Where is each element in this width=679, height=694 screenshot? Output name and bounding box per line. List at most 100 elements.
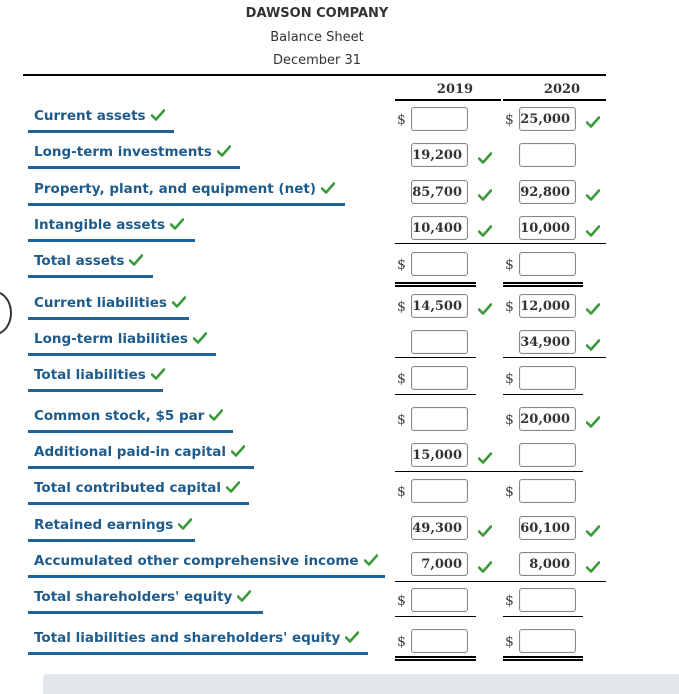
dollar-sign: $ (505, 484, 514, 500)
check-icon (363, 554, 378, 566)
check-icon (477, 558, 493, 573)
check-icon (320, 181, 336, 194)
double-underline-2020 (503, 656, 583, 661)
check-icon (585, 303, 601, 315)
amount-input-2020[interactable]: 34,900 (519, 330, 576, 354)
dollar-sign: $ (397, 257, 406, 273)
check-icon (129, 253, 144, 266)
check-icon (171, 296, 187, 308)
check-icon (477, 300, 493, 315)
bottom-panel (43, 674, 679, 694)
check-icon (477, 561, 493, 573)
amount-cell-2020: $ (505, 479, 605, 505)
amount-input-2019[interactable] (411, 366, 468, 390)
amount-input-2020[interactable] (519, 443, 576, 467)
amount-input-2019[interactable]: 10,400 (411, 216, 468, 240)
amount-cell-2020: 10,000 (505, 216, 605, 242)
amount-input-2019[interactable] (411, 629, 468, 653)
amount-cell-2019: $ (397, 107, 497, 133)
row-label: Additional paid-in capital (28, 443, 254, 469)
row-label-text: Common stock, $5 par (34, 408, 205, 424)
amount-cell-2020: $25,000 (505, 107, 605, 133)
amount-input-2019[interactable] (411, 107, 468, 131)
row-label-text: Accumulated other comprehensive income (34, 553, 359, 569)
amount-cell-2019 (397, 330, 497, 356)
row-label: Retained earnings (28, 516, 195, 542)
amount-input-2020[interactable]: 20,000 (519, 407, 576, 431)
dollar-sign: $ (397, 412, 406, 428)
check-icon (585, 525, 601, 537)
double-underline-2019 (395, 656, 476, 661)
check-icon (585, 558, 601, 573)
amount-cell-2019: $14,500 (397, 294, 497, 320)
dollar-sign: $ (505, 634, 514, 650)
dollar-sign: $ (397, 112, 406, 128)
amount-cell-2019: 49,300 (397, 516, 497, 542)
row-label-text: Additional paid-in capital (34, 444, 227, 460)
check-icon (477, 189, 493, 201)
amount-cell-2019: $ (397, 629, 497, 655)
check-icon (585, 413, 601, 428)
row-label: Total liabilities and shareholders' equi… (28, 629, 368, 655)
dollar-sign: $ (397, 484, 406, 500)
check-icon (585, 116, 601, 128)
amount-cell-2020: 60,100 (505, 516, 605, 542)
amount-input-2019[interactable] (411, 330, 468, 354)
amount-input-2020[interactable]: 12,000 (519, 294, 576, 318)
check-icon (585, 186, 601, 201)
amount-input-2020[interactable] (519, 252, 576, 276)
column-rule-2019 (395, 99, 501, 101)
dollar-sign: $ (397, 634, 406, 650)
amount-input-2020[interactable] (519, 366, 576, 390)
amount-input-2020[interactable] (519, 143, 576, 167)
amount-input-2019[interactable]: 85,700 (411, 180, 468, 204)
check-icon (585, 522, 601, 537)
amount-input-2020[interactable]: 25,000 (519, 107, 576, 131)
underline-2020 (503, 243, 606, 244)
dollar-sign: $ (505, 112, 514, 128)
amount-input-2020[interactable]: 92,800 (519, 180, 576, 204)
amount-input-2019[interactable] (411, 479, 468, 503)
amount-cell-2019: $ (397, 252, 497, 278)
amount-input-2019[interactable]: 19,200 (411, 143, 468, 167)
check-icon (477, 186, 493, 201)
underline-2019 (395, 394, 476, 395)
check-icon (237, 589, 252, 602)
check-icon (192, 332, 208, 344)
amount-input-2019[interactable]: 7,000 (411, 552, 468, 576)
company-name: DAWSON COMPANY (245, 6, 389, 21)
amount-input-2019[interactable] (411, 407, 468, 431)
amount-input-2020[interactable]: 8,000 (519, 552, 576, 576)
check-icon (585, 189, 601, 201)
amount-cell-2020: 8,000 (505, 552, 605, 578)
amount-input-2019[interactable]: 15,000 (411, 443, 468, 467)
underline-2019 (395, 616, 476, 617)
column-rule-2020 (503, 99, 606, 101)
side-nav-circle[interactable] (0, 291, 12, 335)
row-label: Long-term liabilities (28, 330, 216, 356)
amount-input-2020[interactable]: 60,100 (519, 516, 576, 540)
amount-input-2020[interactable] (519, 629, 576, 653)
amount-input-2020[interactable]: 10,000 (519, 216, 576, 240)
amount-input-2019[interactable] (411, 252, 468, 276)
row-label: Total shareholders' equity (28, 588, 263, 614)
check-icon (320, 182, 336, 194)
amount-input-2020[interactable] (519, 479, 576, 503)
amount-input-2019[interactable]: 14,500 (411, 294, 468, 318)
check-icon (477, 525, 493, 537)
check-icon (585, 300, 601, 315)
row-label-text: Long-term investments (34, 144, 212, 160)
amount-cell-2020: $12,000 (505, 294, 605, 320)
amount-cell-2019: $ (397, 588, 497, 614)
check-icon (585, 561, 601, 573)
row-label-text: Current assets (34, 108, 146, 124)
amount-input-2020[interactable] (519, 588, 576, 612)
check-icon (216, 144, 232, 157)
check-icon (585, 222, 601, 237)
check-icon (169, 218, 185, 230)
check-icon (477, 149, 493, 164)
underline-2020 (503, 471, 583, 472)
check-icon (344, 630, 360, 643)
amount-input-2019[interactable] (411, 588, 468, 612)
amount-input-2019[interactable]: 49,300 (411, 516, 468, 540)
